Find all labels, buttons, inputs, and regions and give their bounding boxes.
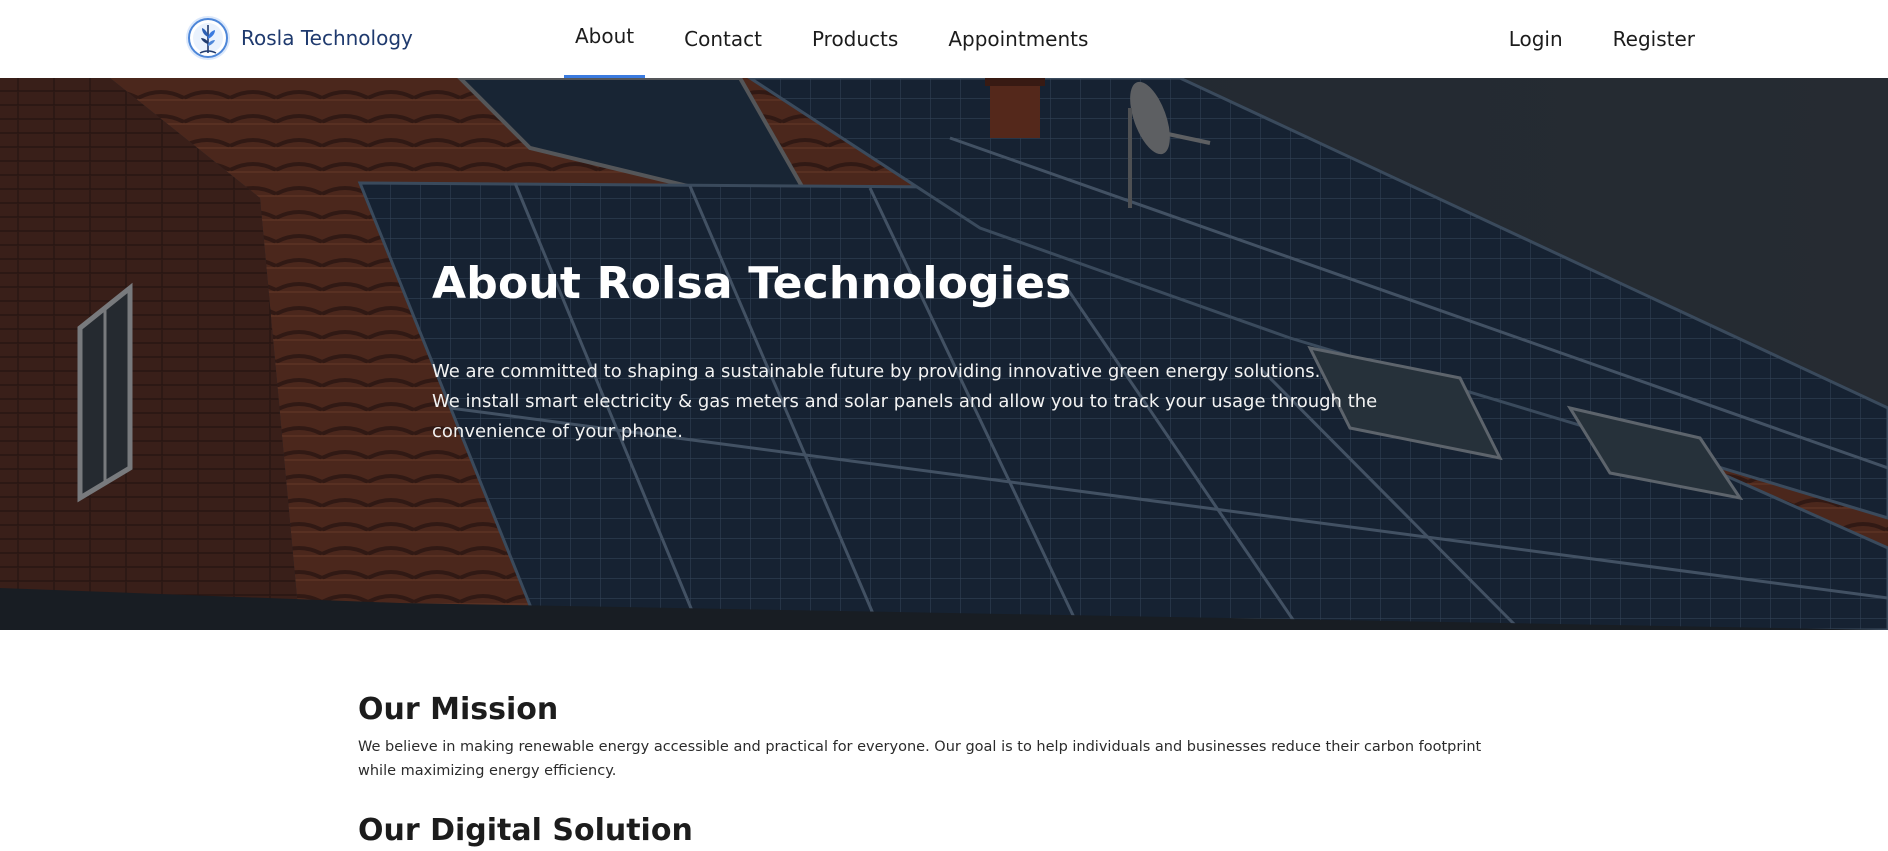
main-content: Our Mission We believe in making renewab… (358, 692, 1508, 848)
auth-links: Login Register (1459, 0, 1695, 78)
hero-line-1: We are committed to shaping a sustainabl… (432, 361, 1321, 382)
top-navbar: Rosla Technology About Contact Products … (0, 0, 1888, 78)
hero-line-2: We install smart electricity & gas meter… (432, 391, 1378, 442)
hero-banner: About Rolsa Technologies We are committe… (0, 78, 1888, 630)
digital-solution-title: Our Digital Solution (358, 813, 693, 848)
nav-products[interactable]: Products (801, 0, 909, 78)
nav-contact[interactable]: Contact (673, 0, 773, 78)
register-link[interactable]: Register (1613, 27, 1695, 51)
hero-description: We are committed to shaping a sustainabl… (432, 357, 1472, 447)
tree-globe-logo-icon (186, 16, 230, 60)
brand-name: Rosla Technology (241, 26, 413, 50)
hero-title: About Rolsa Technologies (432, 258, 1072, 309)
hero-content: About Rolsa Technologies We are committe… (432, 258, 1472, 447)
mission-title: Our Mission (358, 692, 559, 727)
brand-link[interactable]: Rosla Technology (184, 13, 413, 63)
nav-about[interactable]: About (564, 0, 646, 78)
login-link[interactable]: Login (1509, 27, 1563, 51)
nav-appointments[interactable]: Appointments (937, 0, 1099, 78)
main-nav: About Contact Products Appointments (564, 0, 1127, 78)
mission-text: We believe in making renewable energy ac… (358, 739, 1482, 779)
